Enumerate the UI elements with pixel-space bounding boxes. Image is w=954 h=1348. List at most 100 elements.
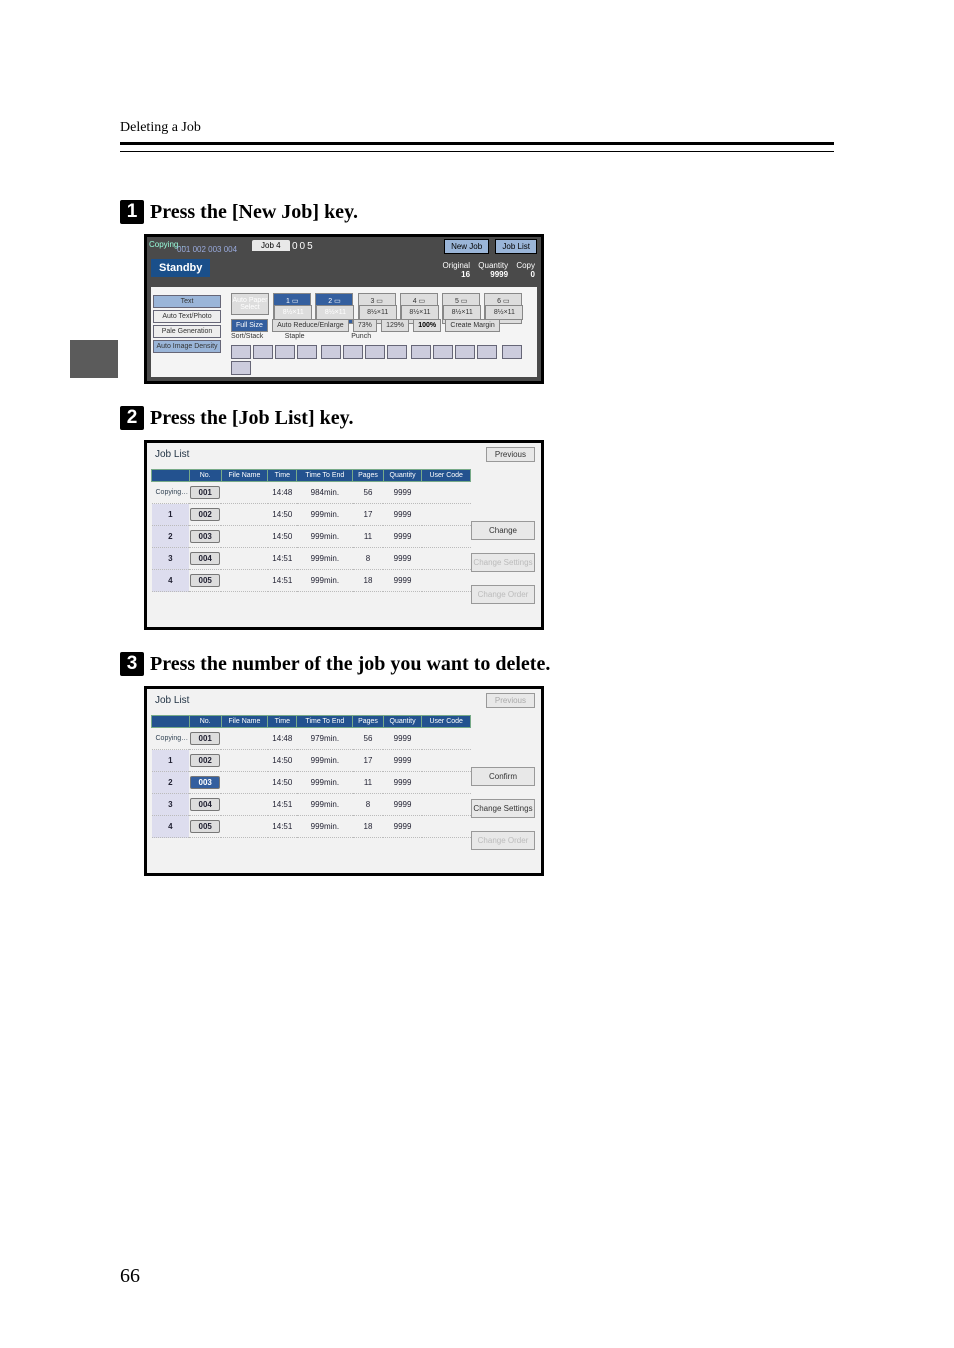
row-index: 2 (152, 526, 190, 548)
finishing-icon[interactable] (231, 361, 251, 375)
quantity-value: 9999 (490, 270, 508, 279)
finishing-icon[interactable] (321, 345, 341, 359)
table-row: 200314:50999min.119999 (152, 526, 471, 548)
finishing-icon[interactable] (455, 345, 475, 359)
job-number-button[interactable]: 001 (190, 486, 220, 499)
original-label: Original (442, 261, 470, 270)
finishing-icon[interactable] (253, 345, 273, 359)
side-tab (70, 340, 118, 378)
job-number-button[interactable]: 002 (190, 754, 220, 767)
finishing-icon[interactable] (387, 345, 407, 359)
sort-stack-label: Sort/Stack (231, 333, 263, 340)
table-row: 100214:50999min.179999 (152, 750, 471, 772)
auto-text-photo-button[interactable]: Auto Text/Photo (153, 310, 221, 323)
auto-image-density-button[interactable]: Auto Image Density (153, 340, 221, 353)
cell-tte: 979min. (297, 728, 353, 750)
job-number-button[interactable]: 004 (190, 552, 220, 565)
row-index: 3 (152, 548, 190, 570)
finishing-icon[interactable] (275, 345, 295, 359)
job-number-button[interactable]: 002 (190, 508, 220, 521)
cell-fn (221, 794, 267, 816)
create-margin-button[interactable]: Create Margin (445, 319, 499, 332)
cell-pages: 8 (353, 548, 383, 570)
col-qty: Quantity (383, 470, 422, 482)
previous-button[interactable]: Previous (486, 447, 535, 462)
cell-time: 14:51 (268, 570, 297, 592)
step-3-icon: 3 (120, 652, 144, 676)
job-number-button[interactable]: 003 (190, 776, 220, 789)
cell-qty: 9999 (383, 526, 422, 548)
job-number-button[interactable]: 004 (190, 798, 220, 811)
confirm-button[interactable]: Confirm (471, 767, 535, 786)
cell-fn (221, 750, 267, 772)
new-job-button[interactable]: New Job (444, 239, 489, 254)
page-number: 66 (120, 1265, 140, 1288)
change-order-button[interactable]: Change Order (471, 831, 535, 850)
change-settings-button[interactable]: Change Settings (471, 799, 535, 818)
table-header-row: No. File Name Time Time To End Pages Qua… (152, 716, 471, 728)
cell-qty: 9999 (383, 772, 422, 794)
cell-tte: 999min. (297, 750, 353, 772)
count-panel: Original16 Quantity9999 Copy0 (436, 261, 535, 279)
cell-fn (221, 728, 267, 750)
table-row: Copying…00114:48984min.569999 (152, 482, 471, 504)
previous-button[interactable]: Previous (486, 693, 535, 708)
table-row: 200314:50999min.119999 (152, 772, 471, 794)
cell-fn (221, 504, 267, 526)
cell-fn (221, 548, 267, 570)
cell-time: 14:51 (268, 548, 297, 570)
pale-gen-button[interactable]: Pale Generation (153, 325, 221, 338)
cell-pages: 11 (353, 772, 383, 794)
job-number-button[interactable]: 001 (190, 732, 220, 745)
table-row: 400514:51999min.189999 (152, 816, 471, 838)
text-mode-button[interactable]: Text (153, 295, 221, 308)
step-2-pre: Press the (150, 407, 232, 429)
cell-uc (422, 772, 471, 794)
cell-uc (422, 794, 471, 816)
cell-tte: 999min. (297, 816, 353, 838)
row-index: 2 (152, 772, 190, 794)
cell-qty: 9999 (383, 482, 422, 504)
finishing-icon[interactable] (297, 345, 317, 359)
job-number-button[interactable]: 003 (190, 530, 220, 543)
cell-qty: 9999 (383, 548, 422, 570)
active-job-number: 005 (292, 241, 315, 252)
full-size-button[interactable]: Full Size (231, 319, 268, 332)
change-order-button[interactable]: Change Order (471, 585, 535, 604)
finishing-icon[interactable] (411, 345, 431, 359)
cell-pages: 17 (353, 504, 383, 526)
cell-tte: 999min. (297, 526, 353, 548)
step-2-key: [Job List] (232, 407, 315, 429)
finishing-icon[interactable] (365, 345, 385, 359)
finishing-icon[interactable] (343, 345, 363, 359)
cell-tte: 999min. (297, 570, 353, 592)
step-1: 1 Press the [New Job] key. (120, 200, 834, 224)
col-pages: Pages (353, 716, 383, 728)
cell-pages: 8 (353, 794, 383, 816)
mode-column: Text Auto Text/Photo Pale Generation Aut… (153, 293, 221, 355)
change-button[interactable]: Change (471, 521, 535, 540)
cell-pages: 56 (353, 482, 383, 504)
cell-uc (422, 504, 471, 526)
job-number-button[interactable]: 005 (190, 820, 220, 833)
finishing-icon[interactable] (502, 345, 522, 359)
finishing-icon[interactable] (231, 345, 251, 359)
active-job-tab[interactable]: Job 4 (252, 240, 290, 251)
cell-qty: 9999 (383, 794, 422, 816)
auto-paper-select[interactable]: Auto Paper Select (231, 293, 269, 315)
zoom-129[interactable]: 129% (381, 319, 409, 332)
cell-uc (422, 548, 471, 570)
change-settings-button[interactable]: Change Settings (471, 553, 535, 572)
step-1-post: key. (319, 201, 358, 223)
auto-reduce-button[interactable]: Auto Reduce/Enlarge (272, 319, 349, 332)
finishing-icon[interactable] (433, 345, 453, 359)
col-time: Time (268, 470, 297, 482)
zoom-100[interactable]: 100% (413, 319, 441, 332)
zoom-73[interactable]: 73% (353, 319, 377, 332)
job-list-button[interactable]: Job List (495, 239, 537, 254)
table-row: 400514:51999min.189999 (152, 570, 471, 592)
cell-pages: 11 (353, 526, 383, 548)
job-table: No. File Name Time Time To End Pages Qua… (151, 715, 471, 838)
finishing-icon[interactable] (477, 345, 497, 359)
job-number-button[interactable]: 005 (190, 574, 220, 587)
